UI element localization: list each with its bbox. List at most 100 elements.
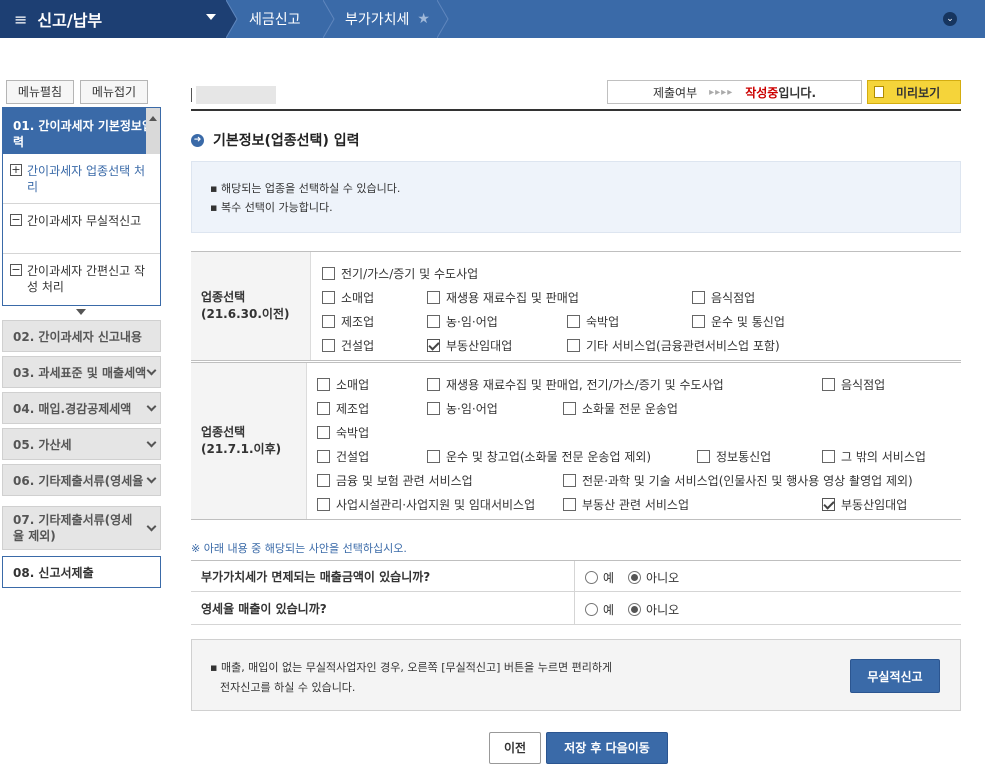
sidebar-item-03[interactable]: 03. 과세표준 및 매출세액 xyxy=(2,356,161,388)
checkbox[interactable] xyxy=(427,291,440,304)
sidebar-subitem-label: 간이과세자 업종선택 처리 xyxy=(27,164,146,194)
checkbox-option[interactable]: 부동산임대업 xyxy=(427,337,512,354)
radio-no[interactable] xyxy=(628,602,642,616)
checkbox-option[interactable]: 그 밖의 서비스업 xyxy=(822,448,926,465)
breadcrumb-tax-report[interactable]: 세금신고 xyxy=(249,0,301,38)
checkbox[interactable] xyxy=(427,450,440,463)
radio-yes[interactable] xyxy=(585,570,598,584)
menu-collapse-button[interactable]: 메뉴접기 xyxy=(80,80,148,104)
checkbox-option[interactable]: 음식점업 xyxy=(822,376,885,393)
sidebar-item-label: 08. 신고서제출 xyxy=(13,565,94,580)
nil-report-box: ▪ 매출, 매입이 없는 무실적사업자인 경우, 오른쪽 [무실적신고] 버튼을… xyxy=(191,639,961,711)
industry-table-before: 업종선택 (21.6.30.이전) 전기/가스/증기 및 수도사업 소매업 재생… xyxy=(191,251,961,361)
checkbox-option[interactable]: 전문·과학 및 기술 서비스업(인물사진 및 행사용 영상 촬영업 제외) xyxy=(563,472,913,489)
checkbox-option[interactable]: 제조업 xyxy=(322,313,374,330)
sidebar-item-02[interactable]: 02. 간이과세자 신고내용 xyxy=(2,320,161,352)
preview-button[interactable]: 미리보기 xyxy=(867,80,961,104)
checkbox[interactable] xyxy=(322,315,335,328)
chevron-down-circle-icon[interactable]: ⌄ xyxy=(943,12,957,26)
scroll-up-icon[interactable] xyxy=(146,108,160,154)
checkbox[interactable] xyxy=(567,315,580,328)
sidebar-subitem-industry-select[interactable]: + 간이과세자 업종선택 처리 xyxy=(3,154,160,204)
checkbox-option[interactable]: 부동산임대업 xyxy=(822,496,907,513)
checkbox[interactable] xyxy=(427,402,440,415)
checkbox[interactable] xyxy=(317,426,330,439)
checkbox-option[interactable]: 제조업 xyxy=(317,400,369,417)
checkbox[interactable] xyxy=(317,450,330,463)
checkbox-option[interactable]: 농·임·어업 xyxy=(427,313,498,330)
checkbox-option[interactable]: 건설업 xyxy=(322,337,374,354)
save-next-button[interactable]: 저장 후 다음이동 xyxy=(546,732,668,764)
nil-report-button[interactable]: 무실적신고 xyxy=(850,659,940,693)
sidebar-item-label: 06. 기타제출서류(영세율 xyxy=(13,473,144,488)
checkbox-option[interactable]: 재생용 재료수집 및 판매업, 전기/가스/증기 및 수도사업 xyxy=(427,376,724,393)
info-box: ▪ 해당되는 업종을 선택하실 수 있습니다. ▪ 복수 선택이 가능합니다. xyxy=(191,161,961,233)
checkbox[interactable] xyxy=(317,378,330,391)
checkbox-option[interactable]: 금융 및 보험 관련 서비스업 xyxy=(317,472,473,489)
question-row-zero-rate: 영세율 매출이 있습니까? 예 아니오 xyxy=(191,593,961,625)
checkbox-option[interactable]: 음식점업 xyxy=(692,289,755,306)
checkbox-checked[interactable] xyxy=(822,498,835,511)
breadcrumb-vat[interactable]: 부가가치세 ★ xyxy=(345,0,430,38)
sidebar-item-06[interactable]: 06. 기타제출서류(영세율 xyxy=(2,464,161,496)
sidebar-item-basic-info[interactable]: 01. 간이과세자 기본정보입력 xyxy=(3,108,160,154)
checkbox[interactable] xyxy=(427,378,440,391)
radio-no[interactable] xyxy=(628,570,642,584)
checkbox-option[interactable]: 운수 및 창고업(소화물 전문 운송업 제외) xyxy=(427,448,651,465)
sidebar-subitem-simple-report[interactable]: − 간이과세자 간편신고 작성 처리 xyxy=(3,254,160,304)
checkbox[interactable] xyxy=(317,402,330,415)
checkbox[interactable] xyxy=(697,450,710,463)
breadcrumb-separator-icon xyxy=(226,0,238,38)
radio-yes[interactable] xyxy=(585,602,598,616)
checkbox[interactable] xyxy=(563,402,576,415)
checkbox[interactable] xyxy=(317,498,330,511)
checkbox[interactable] xyxy=(427,315,440,328)
star-icon[interactable]: ★ xyxy=(417,11,430,27)
status-state: 작성중 xyxy=(745,85,779,100)
checkbox-option[interactable]: 소매업 xyxy=(317,376,369,393)
checkbox[interactable] xyxy=(563,498,576,511)
checkbox[interactable] xyxy=(317,474,330,487)
checkbox-option[interactable]: 숙박업 xyxy=(567,313,619,330)
sidebar-item-label: 07. 기타제출서류(영세율 제외) xyxy=(13,513,133,543)
radio-group: 예 아니오 xyxy=(574,593,679,625)
chevron-down-icon xyxy=(146,437,157,448)
checkbox-option[interactable]: 숙박업 xyxy=(317,424,369,441)
checkbox-option[interactable]: 소매업 xyxy=(322,289,374,306)
checkbox-checked[interactable] xyxy=(427,339,440,352)
checkbox[interactable] xyxy=(322,291,335,304)
checkbox[interactable] xyxy=(563,474,576,487)
section-title-text: 기본정보(업종선택) 입력 xyxy=(213,133,360,149)
checkbox-option[interactable]: 농·임·어업 xyxy=(427,400,498,417)
checkbox[interactable] xyxy=(322,339,335,352)
checkbox-option[interactable]: 소화물 전문 운송업 xyxy=(563,400,678,417)
checkbox[interactable] xyxy=(692,315,705,328)
checkbox-option[interactable]: 재생용 재료수집 및 판매업 xyxy=(427,289,579,306)
sidebar-item-08[interactable]: 08. 신고서제출 xyxy=(2,556,161,588)
checkbox-option[interactable]: 전기/가스/증기 및 수도사업 xyxy=(322,265,478,282)
checkbox-option[interactable]: 사업시설관리·사업지원 및 임대서비스업 xyxy=(317,496,535,513)
checkbox-option[interactable]: 부동산 관련 서비스업 xyxy=(563,496,689,513)
menu-expand-button[interactable]: 메뉴펼침 xyxy=(6,80,74,104)
info-line: ▪ 해당되는 업종을 선택하실 수 있습니다. xyxy=(210,182,401,195)
checkbox[interactable] xyxy=(322,267,335,280)
checkbox-option[interactable]: 건설업 xyxy=(317,448,369,465)
menu-selector[interactable]: ≡ 신고/납부 xyxy=(0,0,226,38)
checkbox[interactable] xyxy=(567,339,580,352)
previous-button[interactable]: 이전 xyxy=(489,732,541,764)
sidebar-item-04[interactable]: 04. 매입.경감공제세액 xyxy=(2,392,161,424)
sidebar-subitem-nil-report[interactable]: − 간이과세자 무실적신고 xyxy=(3,204,160,254)
status-suffix: 입니다. xyxy=(778,85,817,100)
sidebar-item-05[interactable]: 05. 가산세 xyxy=(2,428,161,460)
breadcrumb-separator-icon xyxy=(323,0,335,38)
checkbox[interactable] xyxy=(822,378,835,391)
breadcrumb-separator-icon xyxy=(437,0,449,38)
checkbox-option[interactable]: 정보통신업 xyxy=(697,448,771,465)
checkbox[interactable] xyxy=(692,291,705,304)
checkbox-option[interactable]: 운수 및 통신업 xyxy=(692,313,785,330)
sidebar-item-07[interactable]: 07. 기타제출서류(영세율 제외) xyxy=(2,506,161,550)
checkbox[interactable] xyxy=(822,450,835,463)
scroll-down-icon[interactable] xyxy=(76,309,86,315)
arrow-circle-icon: ➜ xyxy=(191,133,204,147)
checkbox-option[interactable]: 기타 서비스업(금융관련서비스업 포함) xyxy=(567,337,780,354)
